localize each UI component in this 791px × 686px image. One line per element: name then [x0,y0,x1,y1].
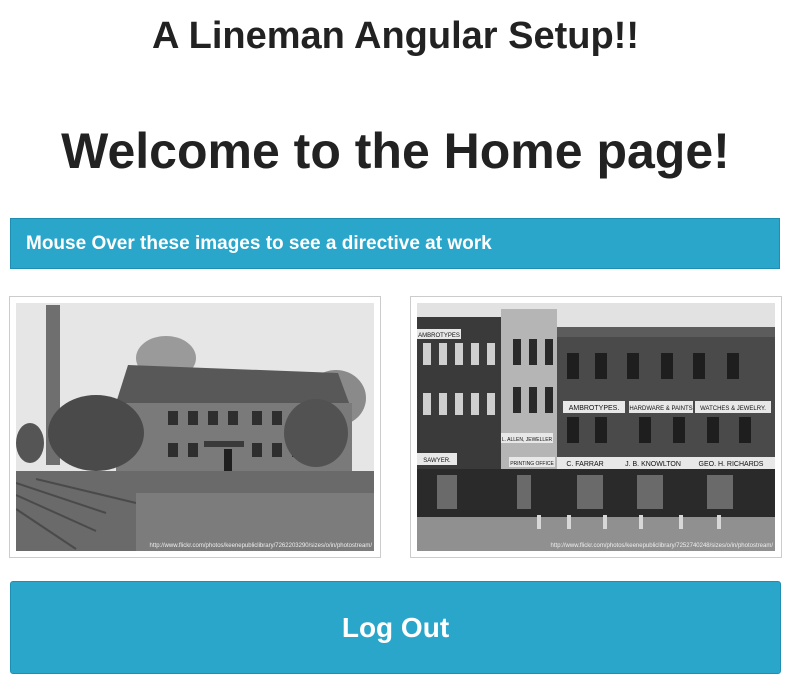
photo-caption: http://www.flickr.com/photos/keenepublic… [550,543,773,549]
storefront-photo-image: AMBROTYPES AMBROTYPES. HARDWARE & PAINTS… [417,303,775,551]
photo-storefronts[interactable]: AMBROTYPES AMBROTYPES. HARDWARE & PAINTS… [410,296,782,558]
photo-mill-building[interactable]: http://www.flickr.com/photos/keenepublic… [9,296,381,558]
sign-farrar: C. FARRAR [566,461,603,468]
sign-sawyer: SAWYER. [423,458,451,464]
mill-photo-image [16,303,374,551]
sign-ambrotypes-top: AMBROTYPES [418,333,460,339]
sign-allen: L. ALLEN, JEWELLER [502,437,553,443]
sign-ambrotypes: AMBROTYPES. [569,405,620,412]
info-banner: Mouse Over these images to see a directi… [10,218,780,269]
sign-knowlton: J. B. KNOWLTON [625,461,681,468]
sign-richards: GEO. H. RICHARDS [699,461,764,468]
page: A Lineman Angular Setup!! Welcome to the… [0,0,791,686]
sign-watches: WATCHES & JEWELRY. [700,406,766,412]
page-heading: Welcome to the Home page! [61,123,730,179]
photo-caption: http://www.flickr.com/photos/keenepublic… [149,543,372,549]
sign-hardware: HARDWARE & PAINTS [629,406,692,412]
logout-button[interactable]: Log Out [10,581,781,674]
sign-printing: PRINTING OFFICE [510,461,554,467]
app-title: A Lineman Angular Setup!! [152,15,639,57]
